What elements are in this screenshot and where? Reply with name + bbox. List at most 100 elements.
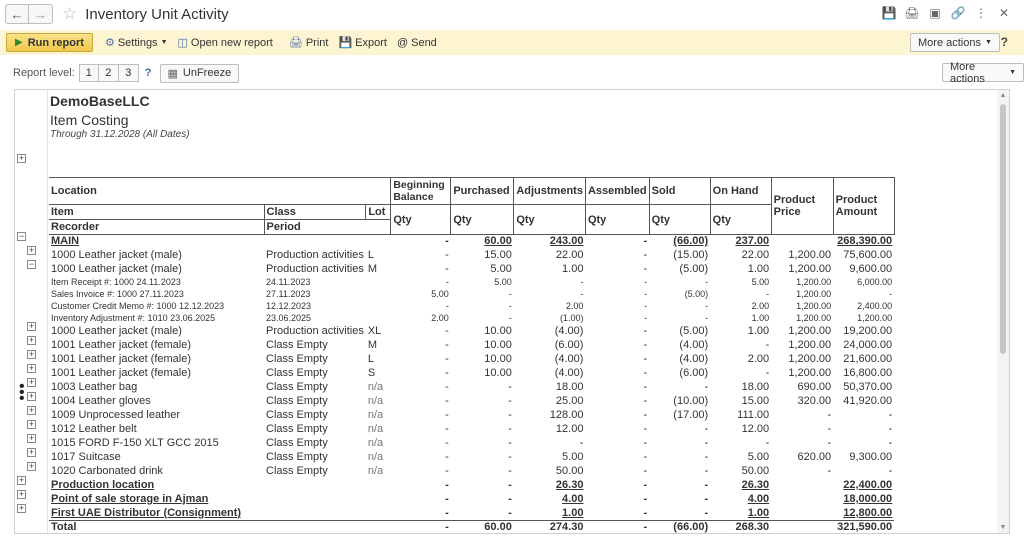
pur-cell: - — [508, 409, 512, 421]
location-group-row[interactable]: Production location - - 26.30 - - 26.30 22,400.… — [49, 479, 894, 493]
back-button[interactable]: ← — [5, 4, 29, 24]
item-row[interactable]: 1015 FORD F-150 XLT GCC 2015 Class Empty n… — [49, 437, 894, 451]
expand-icon[interactable]: + — [27, 462, 36, 471]
expand-icon[interactable]: + — [27, 392, 36, 401]
item-row[interactable]: 1003 Leather bag Class Empty n/a - - 18.00 - - 1… — [49, 381, 894, 395]
expand-icon[interactable]: + — [27, 322, 36, 331]
preview-icon[interactable]: ▣ — [927, 5, 943, 21]
asm-cell: - — [644, 313, 648, 323]
forward-button[interactable]: → — [29, 4, 53, 24]
print-icon[interactable]: 🖨 — [904, 5, 920, 21]
recorder-cell[interactable]: Customer Credit Memo #: 1000 12.12.2023 — [49, 301, 264, 313]
menu-icon[interactable]: ⋮ — [973, 5, 989, 21]
favorite-star-icon[interactable]: ☆ — [62, 4, 77, 24]
recorder-cell[interactable]: Inventory Adjustment #: 1010 23.06.2025 — [49, 313, 264, 325]
item-row[interactable]: 1017 Suitcase Class Empty n/a - - 5.00 - - 5.00 6… — [49, 451, 894, 465]
item-cell[interactable]: 1000 Leather jacket (male) — [49, 325, 264, 339]
expand-icon[interactable]: + — [17, 490, 26, 499]
drag-handle-icon[interactable]: • • • — [19, 379, 25, 407]
item-row[interactable]: 1001 Leather jacket (female) Class Empty L… — [49, 353, 894, 367]
item-row[interactable]: 1001 Leather jacket (female) Class Empty M… — [49, 339, 894, 353]
report-more-actions-button[interactable]: More actions ▼ — [942, 61, 1024, 85]
recorder-cell[interactable]: Item Receipt #: 1000 24.11.2023 — [49, 277, 264, 289]
expand-icon[interactable]: + — [27, 378, 36, 387]
print-button[interactable]: 🖨 Print — [288, 36, 329, 50]
item-cell[interactable]: 1017 Suitcase — [49, 451, 264, 465]
close-icon[interactable]: ✕ — [996, 5, 1012, 21]
link-icon[interactable]: 🔗 — [950, 5, 966, 21]
expand-icon[interactable]: + — [27, 364, 36, 373]
item-cell[interactable]: 1012 Leather belt — [49, 423, 264, 437]
open-new-report-button[interactable]: ◫ Open new report — [178, 36, 273, 50]
report-level-1-button[interactable]: 1 — [78, 64, 99, 82]
scroll-down-icon[interactable]: ▼ — [997, 524, 1009, 531]
report-area[interactable]: DemoBaseLLC Item Costing Through 31.12.2… — [14, 89, 1010, 534]
lot-cell: n/a — [367, 395, 384, 407]
price-cell: - — [827, 409, 832, 421]
collapse-icon[interactable]: − — [27, 260, 36, 269]
unfreeze-button[interactable]: ▦ UnFreeze — [159, 63, 240, 83]
adj-cell: - — [579, 437, 584, 449]
item-row[interactable]: 1012 Leather belt Class Empty n/a - - 12.00 - -… — [49, 423, 894, 437]
item-cell[interactable]: 1001 Leather jacket (female) — [49, 339, 264, 353]
expand-icon[interactable]: + — [17, 504, 26, 513]
class-cell: Class Empty — [266, 367, 328, 379]
help-button[interactable]: ? — [1001, 35, 1008, 49]
location-group-row[interactable]: MAIN - 60.00 243.00 - (66.00) 237.00 268,390.00 — [49, 235, 894, 249]
item-cell[interactable]: 1000 Leather jacket (male) — [49, 263, 264, 277]
run-report-button[interactable]: ▶ Run report — [6, 33, 93, 52]
export-button[interactable]: 💾 Export — [338, 36, 387, 50]
save-icon[interactable]: 💾 — [881, 5, 897, 21]
printer-icon: 🖨 — [288, 37, 303, 49]
send-button[interactable]: @ Send — [397, 37, 437, 49]
toolbar-more-actions-button[interactable]: More actions ▼ — [910, 33, 1000, 52]
location-cell[interactable]: First UAE Distributor (Consignment) — [49, 507, 264, 521]
adj-cell: 2.00 — [565, 301, 584, 311]
item-cell[interactable]: 1020 Carbonated drink — [49, 465, 264, 479]
level-help-icon[interactable]: ? — [145, 67, 152, 79]
item-cell[interactable]: 1004 Leather gloves — [49, 395, 264, 409]
expand-icon[interactable]: + — [27, 336, 36, 345]
document-row[interactable]: Customer Credit Memo #: 1000 12.12.2023 1… — [49, 301, 894, 313]
scroll-up-icon[interactable]: ▲ — [997, 92, 1009, 99]
location-group-row[interactable]: Point of sale storage in Ajman - - 4.00 - - 4.… — [49, 493, 894, 507]
item-cell[interactable]: 1015 FORD F-150 XLT GCC 2015 — [49, 437, 264, 451]
report-level-2-button[interactable]: 2 — [98, 64, 119, 82]
vertical-scrollbar[interactable]: ▲ ▼ — [997, 90, 1009, 533]
item-row[interactable]: 1004 Leather gloves Class Empty n/a - - 25.00… — [49, 395, 894, 409]
item-row[interactable]: 1001 Leather jacket (female) Class Empty S… — [49, 367, 894, 381]
amount-cell: 6,000.00 — [857, 277, 893, 287]
item-cell[interactable]: 1001 Leather jacket (female) — [49, 353, 264, 367]
asm-cell: - — [643, 367, 648, 379]
expand-icon[interactable]: + — [17, 476, 26, 485]
expand-icon[interactable]: + — [27, 420, 36, 429]
expand-icon[interactable]: + — [27, 448, 36, 457]
report-level-3-button[interactable]: 3 — [118, 64, 139, 82]
expand-icon[interactable]: + — [27, 406, 36, 415]
expand-icon[interactable]: + — [27, 350, 36, 359]
item-cell[interactable]: 1009 Unprocessed leather — [49, 409, 264, 423]
item-row[interactable]: 1000 Leather jacket (male) Production act… — [49, 325, 894, 339]
item-cell[interactable]: 1003 Leather bag — [49, 381, 264, 395]
location-cell[interactable]: MAIN — [49, 235, 264, 249]
expand-icon[interactable]: + — [27, 434, 36, 443]
document-row[interactable]: Inventory Adjustment #: 1010 23.06.2025 2… — [49, 313, 894, 325]
document-row[interactable]: Item Receipt #: 1000 24.11.2023 24.11.202… — [49, 277, 894, 289]
item-row[interactable]: 1000 Leather jacket (male) Production act… — [49, 263, 894, 277]
collapse-icon[interactable]: − — [17, 232, 26, 241]
document-row[interactable]: Sales Invoice #: 1000 27.11.2023 27.11.20… — [49, 289, 894, 301]
item-cell[interactable]: 1000 Leather jacket (male) — [49, 249, 264, 263]
scrollbar-thumb[interactable] — [1000, 104, 1006, 354]
item-row[interactable]: 1020 Carbonated drink Class Empty n/a - - 50.… — [49, 465, 894, 479]
expand-header-icon[interactable]: + — [17, 154, 26, 163]
expand-icon[interactable]: + — [27, 246, 36, 255]
location-group-row[interactable]: First UAE Distributor (Consignment) - - 1.0… — [49, 507, 894, 521]
item-row[interactable]: 1000 Leather jacket (male) Production act… — [49, 249, 894, 263]
location-cell[interactable]: Point of sale storage in Ajman — [49, 493, 264, 507]
location-cell[interactable]: Production location — [49, 479, 264, 493]
settings-button[interactable]: ⚙ Settings ▼ — [105, 36, 168, 50]
item-row[interactable]: 1009 Unprocessed leather Class Empty n/a - -… — [49, 409, 894, 423]
lot-cell: n/a — [367, 465, 384, 477]
item-cell[interactable]: 1001 Leather jacket (female) — [49, 367, 264, 381]
recorder-cell[interactable]: Sales Invoice #: 1000 27.11.2023 — [49, 289, 264, 301]
